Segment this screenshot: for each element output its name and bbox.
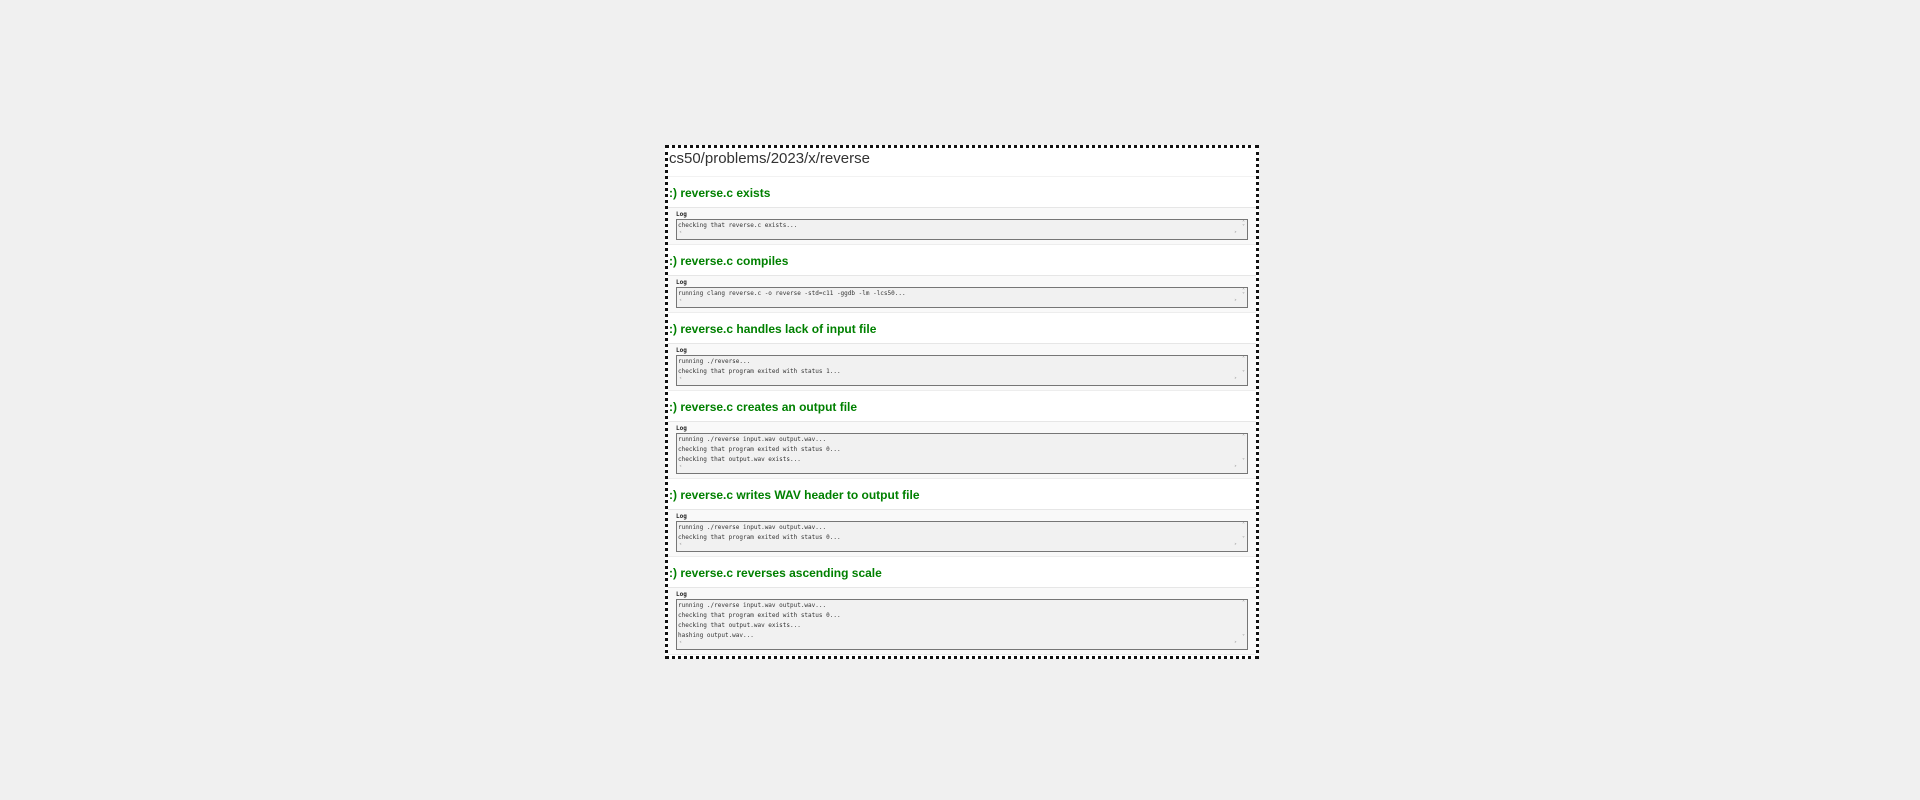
log-output-box[interactable]: running ./reverse... checking that progra… <box>676 355 1248 386</box>
scroll-left-arrow-icon[interactable]: ˂ <box>679 300 682 306</box>
scroll-right-arrow-icon[interactable]: ˃ <box>1234 232 1237 238</box>
log-line: checking that program exited with status… <box>678 446 841 453</box>
log-output-box[interactable]: running ./reverse input.wav output.wav..… <box>676 433 1248 474</box>
check-item: :) reverse.c handles lack of input file L… <box>668 313 1256 391</box>
log-line: checking that output.wav exists... <box>678 622 801 629</box>
scroll-up-arrow-icon[interactable]: ˄ <box>1242 523 1245 529</box>
scroll-right-arrow-icon[interactable]: ˃ <box>1234 642 1237 648</box>
scroll-down-arrow-icon[interactable]: ˅ <box>1242 635 1245 641</box>
log-line: checking that program exited with status… <box>678 612 841 619</box>
checks-list: :) reverse.c exists Log checking that reve… <box>668 177 1256 655</box>
scroll-left-arrow-icon[interactable]: ˂ <box>679 466 682 472</box>
log-line: checking that program exited with status… <box>678 534 841 541</box>
check-item: :) reverse.c reverses ascending scale Log… <box>668 557 1256 655</box>
log-line: running ./reverse input.wav output.wav..… <box>678 602 827 609</box>
log-output-box[interactable]: checking that reverse.c exists... ˄ ˅ ˂ ˃ <box>676 219 1248 240</box>
scroll-left-arrow-icon[interactable]: ˂ <box>679 378 682 384</box>
log-line: checking that output.wav exists... <box>678 456 801 463</box>
log-label: Log <box>676 513 687 520</box>
log-label: Log <box>676 591 687 598</box>
log-label: Log <box>676 279 687 286</box>
scroll-left-arrow-icon[interactable]: ˂ <box>679 544 682 550</box>
log-line: running ./reverse... <box>678 358 751 365</box>
scroll-right-arrow-icon[interactable]: ˃ <box>1234 544 1237 550</box>
log-label: Log <box>676 425 687 432</box>
check-title: :) reverse.c compiles <box>669 254 789 268</box>
log-line: running clang reverse.c -o reverse -std=… <box>678 290 906 297</box>
check-item: :) reverse.c writes WAV header to output… <box>668 479 1256 557</box>
log-line: checking that program exited with status… <box>678 368 841 375</box>
log-output-box[interactable]: running ./reverse input.wav output.wav..… <box>676 521 1248 552</box>
check-item: :) reverse.c exists Log checking that reve… <box>668 177 1256 245</box>
scroll-down-arrow-icon[interactable]: ˅ <box>1242 459 1245 465</box>
log-label: Log <box>676 211 687 218</box>
log-line: running ./reverse input.wav output.wav..… <box>678 436 827 443</box>
page-title: cs50/problems/2023/x/reverse <box>668 148 1256 177</box>
check-body: Log checking that reverse.c exists... ˄ ˅ ˂ ˃ <box>668 208 1256 245</box>
scroll-right-arrow-icon[interactable]: ˃ <box>1234 378 1237 384</box>
check-body: Log running ./reverse input.wav output.wa… <box>668 588 1256 655</box>
check-item: :) reverse.c compiles Log running clang re… <box>668 245 1256 313</box>
scroll-up-arrow-icon[interactable]: ˄ <box>1242 601 1245 607</box>
log-line: running ./reverse input.wav output.wav..… <box>678 524 827 531</box>
log-output-box[interactable]: running clang reverse.c -o reverse -std=… <box>676 287 1248 308</box>
check-title: :) reverse.c handles lack of input file <box>669 322 877 336</box>
check-title: :) reverse.c writes WAV header to output… <box>669 488 920 502</box>
check-body: Log running ./reverse input.wav output.wa… <box>668 422 1256 479</box>
scroll-left-arrow-icon[interactable]: ˂ <box>679 642 682 648</box>
log-line: checking that reverse.c exists... <box>678 222 798 229</box>
scroll-up-arrow-icon[interactable]: ˄ <box>1242 357 1245 363</box>
check-body: Log running clang reverse.c -o reverse -s… <box>668 276 1256 313</box>
scroll-down-arrow-icon[interactable]: ˅ <box>1242 225 1245 231</box>
check-title: :) reverse.c reverses ascending scale <box>669 566 882 580</box>
check-title: :) reverse.c exists <box>669 186 771 200</box>
check-title: :) reverse.c creates an output file <box>669 400 858 414</box>
log-line: hashing output.wav... <box>678 632 754 639</box>
scroll-right-arrow-icon[interactable]: ˃ <box>1234 466 1237 472</box>
check-body: Log running ./reverse... checking that pro… <box>668 344 1256 391</box>
log-label: Log <box>676 347 687 354</box>
log-output-box[interactable]: running ./reverse input.wav output.wav..… <box>676 599 1248 650</box>
scroll-right-arrow-icon[interactable]: ˃ <box>1234 300 1237 306</box>
results-panel: cs50/problems/2023/x/reverse :) reverse.… <box>665 145 1259 659</box>
scroll-down-arrow-icon[interactable]: ˅ <box>1242 537 1245 543</box>
check-body: Log running ./reverse input.wav output.wa… <box>668 510 1256 557</box>
scroll-up-arrow-icon[interactable]: ˄ <box>1242 435 1245 441</box>
check-item: :) reverse.c creates an output file Log ru… <box>668 391 1256 479</box>
scroll-left-arrow-icon[interactable]: ˂ <box>679 232 682 238</box>
scroll-down-arrow-icon[interactable]: ˅ <box>1242 293 1245 299</box>
scroll-down-arrow-icon[interactable]: ˅ <box>1242 371 1245 377</box>
